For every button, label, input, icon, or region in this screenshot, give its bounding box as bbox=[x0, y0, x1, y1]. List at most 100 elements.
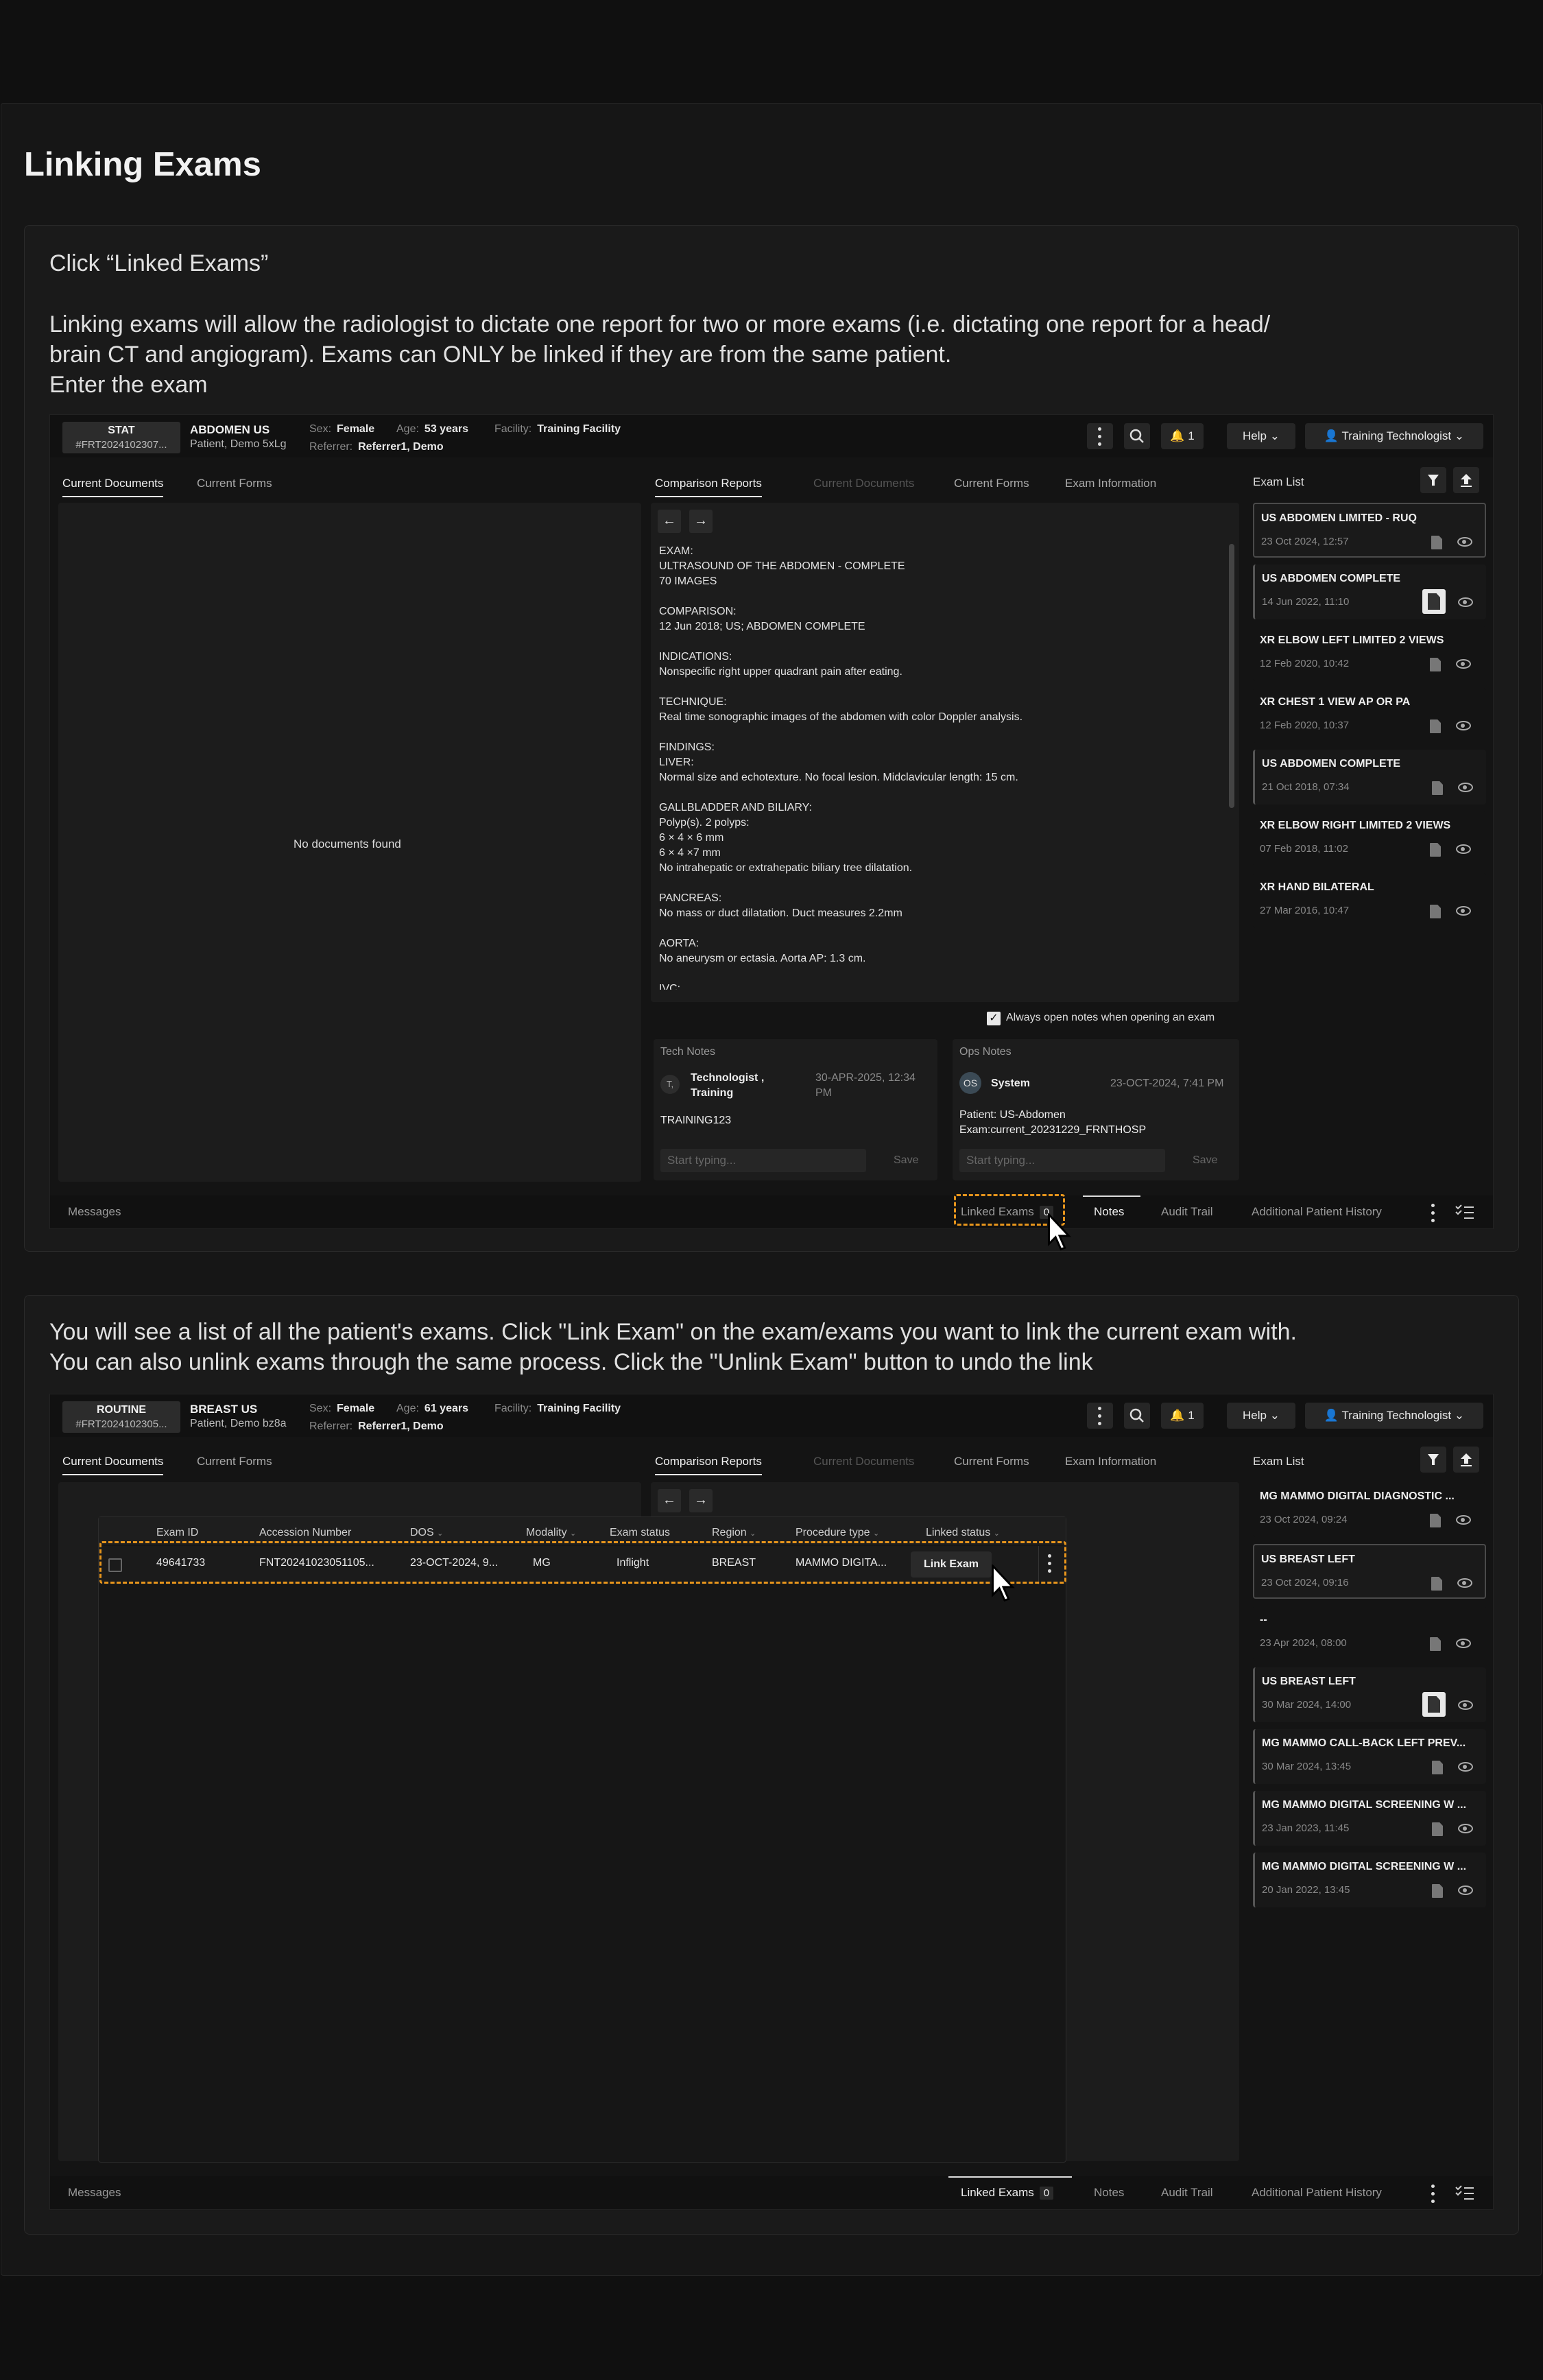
exam-list: US ABDOMEN LIMITED - RUQ 23 Oct 2024, 12:… bbox=[1253, 503, 1486, 928]
checklist-icon[interactable] bbox=[1455, 1204, 1475, 1220]
exam-list-item[interactable]: XR HAND BILATERAL 27 Mar 2016, 10:47 bbox=[1253, 873, 1486, 928]
exam-list-item[interactable]: MG MAMMO DIGITAL DIAGNOSTIC ... 23 Oct 20… bbox=[1253, 1482, 1486, 1537]
exam-list-title: Exam List bbox=[1253, 1455, 1304, 1468]
document-icon bbox=[1430, 719, 1441, 733]
arrow-left-icon: ← bbox=[662, 513, 676, 528]
priority-badge: ROUTINE #FRT2024102305... bbox=[62, 1401, 180, 1433]
notifications-button[interactable]: 🔔 1 bbox=[1161, 1403, 1204, 1429]
more-menu-button[interactable] bbox=[1087, 423, 1113, 449]
exam-list-item[interactable]: XR CHEST 1 VIEW AP OR PA 12 Feb 2020, 10:… bbox=[1253, 688, 1486, 743]
sex-field: Sex: Female bbox=[309, 423, 375, 435]
exam-list-item[interactable]: US BREAST LEFT 23 Oct 2024, 09:16 bbox=[1253, 1544, 1486, 1599]
exam-list-item[interactable]: XR ELBOW RIGHT LIMITED 2 VIEWS 07 Feb 201… bbox=[1253, 811, 1486, 866]
avatar: OS bbox=[959, 1072, 981, 1094]
col-exam-status[interactable]: Exam status bbox=[610, 1527, 670, 1539]
tab-exam-information[interactable]: Exam Information bbox=[1065, 477, 1156, 496]
ops-note-time: 23-OCT-2024, 7:41 PM bbox=[1110, 1078, 1224, 1089]
col-procedure-type[interactable]: Procedure type ⌄ bbox=[796, 1527, 879, 1539]
notes-tab[interactable]: Notes bbox=[1094, 1205, 1124, 1219]
user-icon: 👤 bbox=[1324, 429, 1339, 442]
col-linked-status[interactable]: Linked status ⌄ bbox=[926, 1527, 1000, 1539]
additional-history-tab[interactable]: Additional Patient History bbox=[1252, 2186, 1382, 2200]
tab-current-forms-left[interactable]: Current Forms bbox=[197, 1455, 272, 1474]
col-accession-number[interactable]: Accession Number bbox=[259, 1527, 351, 1539]
ops-note-save-button[interactable]: Save bbox=[1193, 1154, 1217, 1167]
exam-list-item[interactable]: US ABDOMEN COMPLETE 14 Jun 2022, 11:10 bbox=[1253, 564, 1486, 619]
additional-history-tab[interactable]: Additional Patient History bbox=[1252, 1205, 1382, 1219]
upload-icon bbox=[1461, 1453, 1472, 1466]
exam-list-item[interactable]: -- 23 Apr 2024, 08:00 bbox=[1253, 1606, 1486, 1661]
document-icon bbox=[1430, 1514, 1441, 1527]
prev-report-button[interactable]: ← bbox=[658, 510, 681, 533]
upload-button[interactable] bbox=[1453, 467, 1479, 493]
exam-list-title: Exam List bbox=[1253, 475, 1304, 488]
tab-comparison-reports[interactable]: Comparison Reports bbox=[655, 477, 762, 497]
ops-note-input[interactable]: Start typing... bbox=[959, 1149, 1165, 1172]
messages-tab[interactable]: Messages bbox=[68, 1205, 121, 1219]
tab-current-documents[interactable]: Current Documents bbox=[813, 477, 914, 496]
step1-body-line3: Enter the exam bbox=[49, 372, 208, 398]
footer-bar: Messages Linked Exams 0 Notes Audit Trail… bbox=[50, 2176, 1493, 2209]
kebab-icon[interactable] bbox=[1431, 2185, 1435, 2204]
tech-note-input[interactable]: Start typing... bbox=[660, 1149, 866, 1172]
col-region[interactable]: Region ⌄ bbox=[712, 1527, 756, 1539]
exam-list-item[interactable]: MG MAMMO DIGITAL SCREENING W ... 20 Jan 2… bbox=[1253, 1853, 1486, 1907]
document-icon bbox=[1430, 843, 1441, 857]
user-menu-button[interactable]: 👤 Training Technologist ⌄ bbox=[1305, 1403, 1483, 1429]
facility-field: Facility: Training Facility bbox=[494, 1403, 621, 1414]
always-open-checkbox[interactable]: ✓ bbox=[987, 1012, 1001, 1025]
exam-list-item[interactable]: US ABDOMEN LIMITED - RUQ 23 Oct 2024, 12:… bbox=[1253, 503, 1486, 558]
kebab-icon[interactable] bbox=[1431, 1204, 1435, 1223]
help-button[interactable]: Help ⌄ bbox=[1227, 423, 1295, 449]
search-button[interactable] bbox=[1124, 1403, 1150, 1429]
eye-icon bbox=[1457, 1578, 1472, 1588]
upload-icon bbox=[1461, 474, 1472, 487]
next-report-button[interactable]: → bbox=[689, 1489, 713, 1512]
document-icon bbox=[1432, 1884, 1443, 1898]
exam-list-item[interactable]: XR ELBOW LEFT LIMITED 2 VIEWS 12 Feb 2020… bbox=[1253, 626, 1486, 681]
notes-tab[interactable]: Notes bbox=[1094, 2186, 1124, 2200]
exam-list-item[interactable]: MG MAMMO CALL-BACK LEFT PREV... 30 Mar 20… bbox=[1253, 1729, 1486, 1784]
highlight-exam-row bbox=[99, 1541, 1066, 1584]
mouse-cursor-icon bbox=[1048, 1213, 1071, 1250]
messages-tab[interactable]: Messages bbox=[68, 2186, 121, 2200]
tab-comparison-reports[interactable]: Comparison Reports bbox=[655, 1455, 762, 1475]
tab-current-documents[interactable]: Current Documents bbox=[813, 1455, 914, 1474]
exam-list-item[interactable]: US ABDOMEN COMPLETE 21 Oct 2018, 07:34 bbox=[1253, 750, 1486, 805]
linked-exams-table-panel: Exam ID Accession Number DOS ⌄ Modality … bbox=[98, 1516, 1066, 2163]
exam-list-item[interactable]: MG MAMMO DIGITAL SCREENING W ... 23 Jan 2… bbox=[1253, 1791, 1486, 1846]
prev-report-button[interactable]: ← bbox=[658, 1489, 681, 1512]
filter-button[interactable] bbox=[1420, 467, 1446, 493]
tab-current-documents-left[interactable]: Current Documents bbox=[62, 477, 164, 497]
age-field: Age: 61 years bbox=[396, 1403, 468, 1414]
tab-current-forms-left[interactable]: Current Forms bbox=[197, 477, 272, 496]
tab-current-forms[interactable]: Current Forms bbox=[954, 477, 1029, 496]
no-documents-text: No documents found bbox=[294, 837, 401, 850]
exam-list-item[interactable]: US BREAST LEFT 30 Mar 2024, 14:00 bbox=[1253, 1667, 1486, 1722]
filter-button[interactable] bbox=[1420, 1447, 1446, 1473]
next-report-button[interactable]: → bbox=[689, 510, 713, 533]
tech-note-save-button[interactable]: Save bbox=[894, 1154, 918, 1167]
tab-exam-information[interactable]: Exam Information bbox=[1065, 1455, 1156, 1474]
notifications-button[interactable]: 🔔 1 bbox=[1161, 423, 1204, 449]
tech-notes-title: Tech Notes bbox=[660, 1046, 716, 1058]
search-button[interactable] bbox=[1124, 423, 1150, 449]
help-button[interactable]: Help ⌄ bbox=[1227, 1403, 1295, 1429]
upload-button[interactable] bbox=[1453, 1447, 1479, 1473]
patient-name: Patient, Demo bz8a bbox=[190, 1418, 287, 1429]
eye-icon bbox=[1458, 783, 1473, 792]
tab-current-documents-left[interactable]: Current Documents bbox=[62, 1455, 164, 1475]
search-icon bbox=[1129, 1408, 1144, 1423]
user-menu-button[interactable]: 👤 Training Technologist ⌄ bbox=[1305, 423, 1483, 449]
col-exam-id[interactable]: Exam ID bbox=[156, 1527, 198, 1539]
tab-current-forms[interactable]: Current Forms bbox=[954, 1455, 1029, 1474]
tech-note-time: 30-APR-2025, 12:34 PM bbox=[815, 1072, 916, 1099]
col-dos[interactable]: DOS ⌄ bbox=[410, 1527, 443, 1539]
audit-trail-tab[interactable]: Audit Trail bbox=[1161, 1205, 1213, 1219]
linked-exams-tab[interactable]: Linked Exams 0 bbox=[961, 2186, 1054, 2200]
report-scrollbar[interactable] bbox=[1229, 544, 1234, 808]
col-modality[interactable]: Modality ⌄ bbox=[526, 1527, 576, 1539]
checklist-icon[interactable] bbox=[1455, 2185, 1475, 2201]
more-menu-button[interactable] bbox=[1087, 1403, 1113, 1429]
audit-trail-tab[interactable]: Audit Trail bbox=[1161, 2186, 1213, 2200]
